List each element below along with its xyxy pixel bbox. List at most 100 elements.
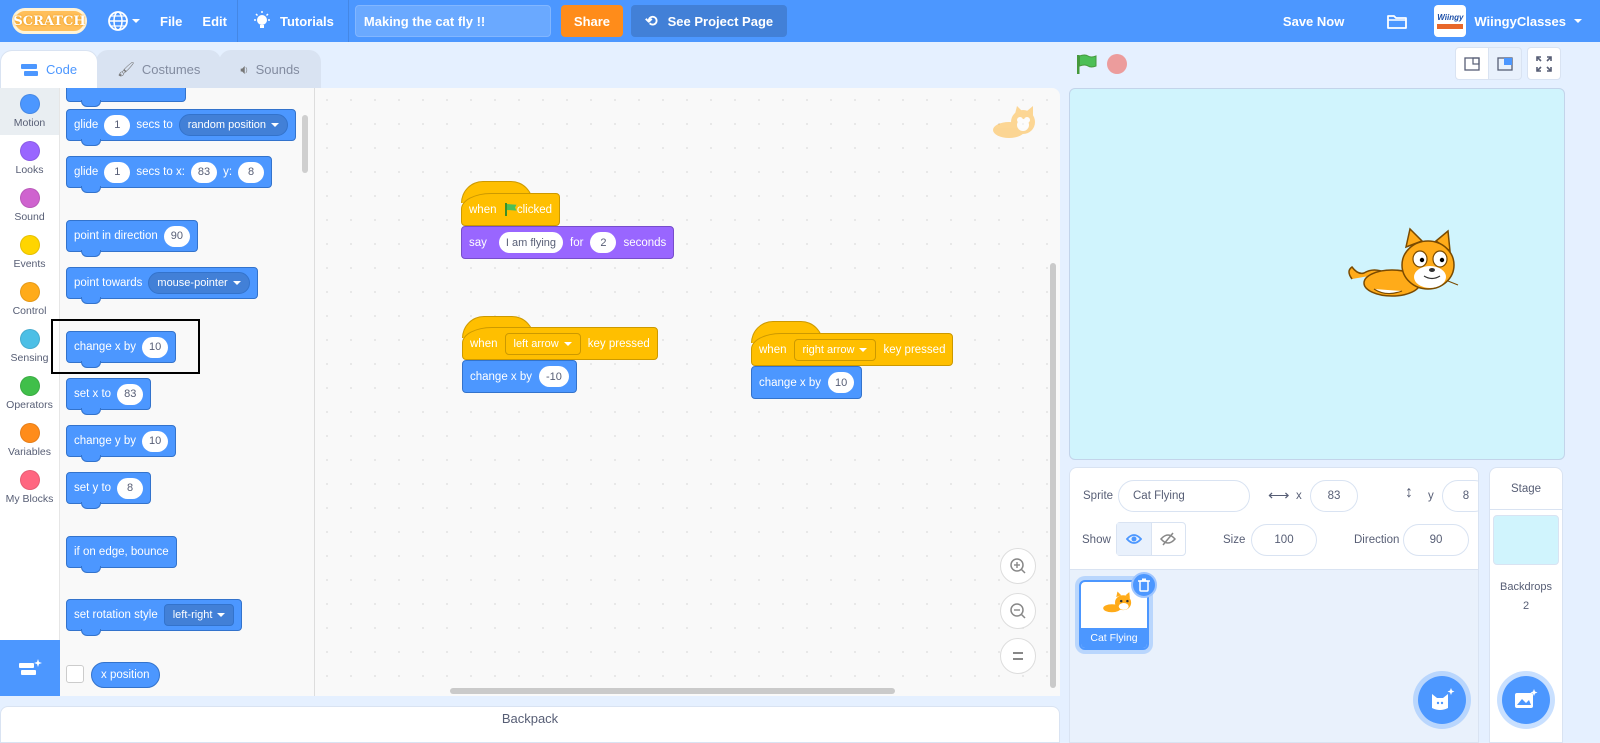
- secs-input[interactable]: 1: [104, 114, 131, 136]
- category-looks[interactable]: Looks: [0, 135, 59, 182]
- zoom-out-button[interactable]: [1000, 593, 1036, 629]
- edit-menu[interactable]: Edit: [192, 0, 237, 42]
- direction-input[interactable]: 90: [1403, 524, 1469, 556]
- block-glide-xy[interactable]: glide 1 secs to x: 83 y: 8: [66, 156, 273, 193]
- category-label: Looks: [15, 164, 44, 176]
- save-now-button[interactable]: Save Now: [1257, 0, 1370, 42]
- x-input[interactable]: 83: [117, 383, 144, 405]
- block-text: for: [570, 236, 584, 249]
- zoom-reset-button[interactable]: [1000, 638, 1036, 674]
- stop-button[interactable]: [1107, 54, 1127, 74]
- block-text: secs to: [136, 119, 173, 131]
- category-label: Motion: [13, 117, 46, 129]
- stage-thumbnail[interactable]: [1493, 515, 1559, 565]
- scratch-logo[interactable]: SCRATCH: [12, 8, 87, 34]
- script-workspace[interactable]: when clicked say I am flying for 2 secon…: [315, 88, 1060, 696]
- block-text: change y by: [74, 435, 137, 447]
- normal-stage-button[interactable]: [1488, 47, 1522, 80]
- y-input[interactable]: 8: [117, 477, 144, 499]
- fullscreen-button[interactable]: [1527, 47, 1561, 80]
- category-operators[interactable]: Operators: [0, 370, 59, 417]
- show-hidden-button[interactable]: [1152, 523, 1186, 555]
- workspace-vertical-scrollbar[interactable]: [1050, 263, 1056, 688]
- category-events[interactable]: Events: [0, 229, 59, 276]
- block-text: glide: [74, 119, 99, 131]
- show-label: Show: [1082, 534, 1111, 546]
- change-x-block[interactable]: change x by 10: [751, 366, 863, 399]
- when-right-arrow-pressed-block[interactable]: when right arrow key pressed: [751, 333, 954, 366]
- trash-icon: [1138, 578, 1150, 592]
- when-left-arrow-pressed-block[interactable]: when left arrow key pressed: [462, 327, 658, 360]
- steps-input[interactable]: -10: [539, 366, 569, 387]
- account-menu[interactable]: Wiingy WiingyClasses: [1424, 0, 1600, 42]
- x-input[interactable]: 83: [1310, 480, 1358, 512]
- say-for-secs-block[interactable]: say I am flying for 2 seconds: [461, 226, 675, 259]
- change-x-block[interactable]: change x by -10: [462, 360, 577, 393]
- cat-add-icon: [1432, 688, 1455, 710]
- x-position-checkbox[interactable]: [66, 665, 84, 683]
- category-motion[interactable]: Motion: [0, 88, 59, 135]
- secs-input[interactable]: 2: [590, 232, 617, 253]
- workspace-horizontal-scrollbar[interactable]: [450, 688, 895, 694]
- project-title-input[interactable]: Making the cat fly !!: [354, 5, 551, 37]
- target-dropdown[interactable]: random position: [178, 114, 289, 136]
- key-dropdown[interactable]: right arrow: [793, 338, 877, 361]
- tab-code[interactable]: Code: [0, 50, 99, 88]
- block-set-y[interactable]: set y to 8: [66, 472, 152, 509]
- backpack[interactable]: Backpack: [0, 706, 1060, 743]
- category-variables[interactable]: Variables: [0, 417, 59, 464]
- message-input[interactable]: I am flying: [498, 232, 564, 253]
- sprite-name-input[interactable]: Cat Flying: [1118, 480, 1250, 512]
- see-project-page-button[interactable]: ⟲ See Project Page: [631, 5, 788, 37]
- block-text: change x by: [759, 376, 822, 389]
- tutorials-button[interactable]: Tutorials: [238, 0, 348, 42]
- block-point-in-direction[interactable]: point in direction 90: [66, 220, 198, 257]
- block-text: seconds: [623, 236, 667, 249]
- add-sprite-button[interactable]: [1418, 676, 1466, 724]
- palette-scrollbar[interactable]: [302, 115, 308, 173]
- block-set-rotation-style[interactable]: set rotation style left-right: [66, 599, 243, 636]
- stage-selector[interactable]: Stage Backdrops 2: [1489, 467, 1563, 743]
- block-text: set y to: [74, 482, 112, 494]
- my-stuff-button[interactable]: [1370, 0, 1424, 42]
- delete-sprite-button[interactable]: [1131, 572, 1157, 598]
- lightbulb-icon: [253, 11, 270, 28]
- block-partial[interactable]: [66, 88, 186, 107]
- size-input[interactable]: 100: [1251, 524, 1317, 556]
- green-flag-button[interactable]: [1075, 53, 1097, 75]
- direction-input[interactable]: 90: [163, 225, 190, 247]
- steps-input[interactable]: 10: [828, 372, 855, 393]
- tab-sounds[interactable]: 🔉︎ Sounds: [219, 50, 321, 88]
- category-sound[interactable]: Sound: [0, 182, 59, 229]
- tab-costumes[interactable]: 🖌︎ Costumes: [96, 50, 222, 88]
- show-visible-button[interactable]: [1117, 523, 1152, 555]
- share-button[interactable]: Share: [560, 5, 624, 37]
- when-flag-clicked-block[interactable]: when clicked: [461, 193, 560, 226]
- small-stage-button[interactable]: [1455, 47, 1489, 80]
- category-control[interactable]: Control: [0, 276, 59, 323]
- y-input[interactable]: 8: [238, 161, 265, 183]
- steps-input[interactable]: 10: [142, 430, 169, 452]
- block-if-on-edge-bounce[interactable]: if on edge, bounce: [66, 536, 177, 573]
- cat-sprite[interactable]: [1344, 227, 1460, 305]
- secs-input[interactable]: 1: [104, 161, 131, 183]
- y-input[interactable]: 8: [1442, 480, 1478, 512]
- block-change-y[interactable]: change y by 10: [66, 425, 177, 462]
- stage-canvas[interactable]: [1069, 88, 1565, 460]
- x-position-reporter[interactable]: x position: [91, 662, 160, 688]
- block-glide-random[interactable]: glide 1 secs to random position: [66, 109, 297, 146]
- towards-dropdown[interactable]: mouse-pointer: [148, 272, 250, 294]
- category-my-blocks[interactable]: My Blocks: [0, 464, 59, 511]
- x-input[interactable]: 83: [190, 161, 218, 183]
- add-extension-button[interactable]: [0, 640, 60, 696]
- globe-icon: [108, 11, 128, 31]
- language-menu[interactable]: [97, 0, 150, 42]
- block-set-x[interactable]: set x to 83: [66, 378, 152, 415]
- zoom-in-button[interactable]: [1000, 548, 1036, 584]
- add-backdrop-button[interactable]: [1502, 676, 1550, 724]
- key-dropdown[interactable]: left arrow: [504, 332, 581, 355]
- block-point-towards[interactable]: point towards mouse-pointer: [66, 267, 258, 304]
- backdrops-count: 2: [1522, 600, 1530, 612]
- rotation-style-dropdown[interactable]: left-right: [163, 604, 235, 626]
- file-menu[interactable]: File: [150, 0, 192, 42]
